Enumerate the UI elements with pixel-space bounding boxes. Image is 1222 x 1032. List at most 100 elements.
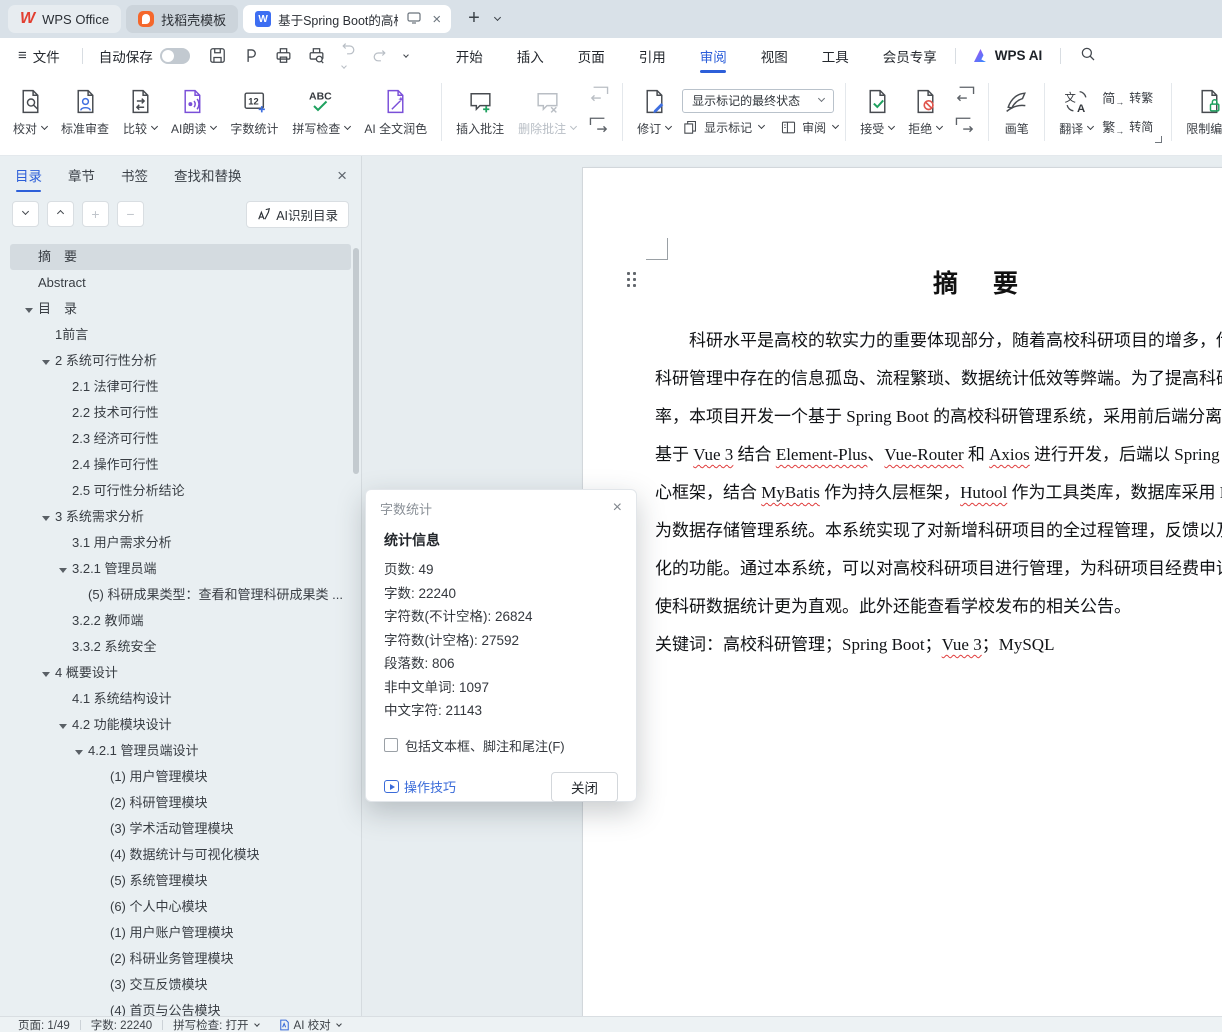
sidebar-close-icon[interactable]: × bbox=[337, 167, 347, 184]
accept-change-button[interactable]: 接受 bbox=[853, 83, 901, 142]
menu-view[interactable]: 视图 bbox=[759, 38, 790, 74]
toc-item[interactable]: 4.2 功能模块设计 bbox=[10, 712, 351, 738]
toc-item[interactable]: (2) 科研业务管理模块 bbox=[10, 946, 351, 972]
toc-item[interactable]: Abstract bbox=[10, 270, 351, 296]
ai-polish-button[interactable]: AI 全文润色 bbox=[357, 83, 434, 142]
word-count-indicator[interactable]: 字数: 22240 bbox=[81, 1017, 162, 1032]
print-icon[interactable] bbox=[274, 46, 293, 65]
toc-item[interactable]: (1) 用户管理模块 bbox=[10, 764, 351, 790]
toc-item[interactable]: 2.4 操作可行性 bbox=[10, 452, 351, 478]
toc-item[interactable]: (1) 用户账户管理模块 bbox=[10, 920, 351, 946]
spell-check-button[interactable]: ABC 拼写检查 bbox=[285, 83, 357, 142]
to-traditional-button[interactable]: 简→ 转繁 bbox=[1102, 88, 1153, 107]
toc-item[interactable]: 3 系统需求分析 bbox=[10, 504, 351, 530]
toc-item[interactable]: 1前言 bbox=[10, 322, 351, 348]
collapse-arrow-icon[interactable] bbox=[59, 567, 67, 573]
toc-item[interactable]: 2.1 法律可行性 bbox=[10, 374, 351, 400]
ink-pen-button[interactable]: 画笔 bbox=[996, 83, 1037, 142]
print-preview-icon[interactable] bbox=[307, 46, 326, 65]
proofread-button[interactable]: 校对 bbox=[6, 83, 54, 142]
toc-item[interactable]: (3) 学术活动管理模块 bbox=[10, 816, 351, 842]
delete-comment-button[interactable]: 删除批注 bbox=[511, 83, 583, 142]
tab-wps-office[interactable]: W WPS Office bbox=[8, 5, 122, 33]
redo-dropdown-icon[interactable] bbox=[402, 51, 409, 58]
toc-item[interactable]: 3.3.2 系统安全 bbox=[10, 634, 351, 660]
tab-document[interactable]: W 基于Spring Boot的高校科研 × bbox=[243, 5, 452, 33]
menu-reference[interactable]: 引用 bbox=[637, 38, 668, 74]
file-menu[interactable]: ≡ 文件 bbox=[0, 46, 74, 66]
previous-comment-icon[interactable] bbox=[588, 85, 610, 108]
restrict-editing-button[interactable]: 限制编辑 bbox=[1179, 83, 1222, 142]
sidebar-tab-bookmarks[interactable]: 书签 bbox=[120, 158, 149, 192]
sidebar-scrollbar[interactable] bbox=[353, 248, 359, 474]
tab-docer-template[interactable]: 找稻壳模板 bbox=[126, 5, 239, 33]
ai-read-aloud-button[interactable]: AI朗读 bbox=[164, 83, 223, 142]
close-button[interactable]: 关闭 bbox=[551, 771, 618, 802]
toc-item[interactable]: (4) 数据统计与可视化模块 bbox=[10, 842, 351, 868]
sidebar-tab-chapters[interactable]: 章节 bbox=[67, 158, 96, 192]
sidebar-tab-find-replace[interactable]: 查找和替换 bbox=[173, 158, 243, 192]
next-heading-button[interactable] bbox=[12, 201, 39, 227]
drag-handle-icon[interactable] bbox=[627, 272, 638, 287]
track-changes-button[interactable]: 修订 bbox=[630, 83, 678, 142]
export-pdf-icon[interactable] bbox=[241, 46, 260, 65]
toc-item[interactable]: 4.1 系统结构设计 bbox=[10, 686, 351, 712]
toc-item[interactable]: 2.3 经济可行性 bbox=[10, 426, 351, 452]
search-icon[interactable] bbox=[1079, 45, 1097, 66]
undo-icon[interactable] bbox=[340, 40, 357, 72]
include-textbox-checkbox[interactable] bbox=[384, 738, 398, 752]
collapse-arrow-icon[interactable] bbox=[42, 671, 50, 677]
page-indicator[interactable]: 页面: 1/49 bbox=[8, 1017, 80, 1032]
previous-change-icon[interactable] bbox=[954, 85, 976, 108]
toc-item[interactable]: 摘 要 bbox=[10, 244, 351, 270]
collapse-arrow-icon[interactable] bbox=[75, 749, 83, 755]
document-page[interactable]: 摘 要 科研水平是高校的软实力的重要体现部分，随着高校科研项目的增多，传统 科研管… bbox=[583, 168, 1222, 1016]
collapse-arrow-icon[interactable] bbox=[25, 307, 33, 313]
toc-item[interactable]: 3.2.2 教师端 bbox=[10, 608, 351, 634]
dialog-close-icon[interactable]: × bbox=[613, 500, 622, 516]
toc-item[interactable]: 目 录 bbox=[10, 296, 351, 322]
to-simplified-button[interactable]: 繁→ 转简 bbox=[1102, 117, 1153, 136]
toc-item[interactable]: 3.1 用户需求分析 bbox=[10, 530, 351, 556]
sidebar-tab-contents[interactable]: 目录 bbox=[14, 158, 43, 192]
toc-item[interactable]: 2.5 可行性分析结论 bbox=[10, 478, 351, 504]
reject-change-button[interactable]: 拒绝 bbox=[901, 83, 949, 142]
show-markup-button[interactable]: 显示标记 bbox=[682, 119, 766, 136]
collapse-arrow-icon[interactable] bbox=[42, 515, 50, 521]
collapse-arrow-icon[interactable] bbox=[42, 359, 50, 365]
document-body[interactable]: 科研水平是高校的软实力的重要体现部分，随着高校科研项目的增多，传统 科研管理中存在… bbox=[655, 322, 1222, 664]
toc-item[interactable]: (6) 个人中心模块 bbox=[10, 894, 351, 920]
insert-comment-button[interactable]: 插入批注 bbox=[449, 83, 511, 142]
autosave-toggle[interactable] bbox=[159, 47, 190, 64]
menu-insert[interactable]: 插入 bbox=[515, 38, 546, 74]
toc-item[interactable]: (5) 系统管理模块 bbox=[10, 868, 351, 894]
menu-page[interactable]: 页面 bbox=[576, 38, 607, 74]
compare-button[interactable]: 比较 bbox=[116, 83, 164, 142]
spellcheck-status[interactable]: 拼写检查: 打开 bbox=[163, 1017, 268, 1032]
toc-item[interactable]: 4.2.1 管理员端设计 bbox=[10, 738, 351, 764]
translate-button[interactable]: 文A 翻译 bbox=[1052, 83, 1100, 142]
markup-state-select[interactable]: 显示标记的最终状态 bbox=[682, 88, 835, 113]
menu-review[interactable]: 审阅 bbox=[698, 38, 729, 74]
menu-home[interactable]: 开始 bbox=[454, 38, 485, 74]
new-tab-button[interactable]: + bbox=[456, 7, 490, 32]
toc-item[interactable]: 2 系统可行性分析 bbox=[10, 348, 351, 374]
standard-review-button[interactable]: 标准审查 bbox=[54, 83, 116, 142]
toc-item[interactable]: 3.2.1 管理员端 bbox=[10, 556, 351, 582]
expand-button[interactable]: + bbox=[82, 201, 109, 227]
menu-member[interactable]: 会员专享 bbox=[881, 38, 939, 74]
toc-item[interactable]: (2) 科研管理模块 bbox=[10, 790, 351, 816]
collapse-arrow-icon[interactable] bbox=[59, 723, 67, 729]
translate-group-launcher-icon[interactable] bbox=[1155, 136, 1163, 143]
tab-list-dropdown-icon[interactable] bbox=[493, 13, 501, 21]
ai-proofread-status[interactable]: AI 校对 bbox=[269, 1017, 351, 1032]
tips-link[interactable]: 操作技巧 bbox=[384, 777, 456, 796]
save-icon[interactable] bbox=[208, 46, 227, 65]
next-change-icon[interactable] bbox=[954, 116, 976, 139]
ai-detect-toc-button[interactable]: AI识别目录 bbox=[246, 200, 349, 228]
redo-icon[interactable] bbox=[371, 47, 388, 64]
menu-tools[interactable]: 工具 bbox=[820, 38, 851, 74]
collapse-button[interactable]: − bbox=[117, 201, 144, 227]
previous-heading-button[interactable] bbox=[47, 201, 74, 227]
tab-close-icon[interactable]: × bbox=[430, 12, 443, 27]
